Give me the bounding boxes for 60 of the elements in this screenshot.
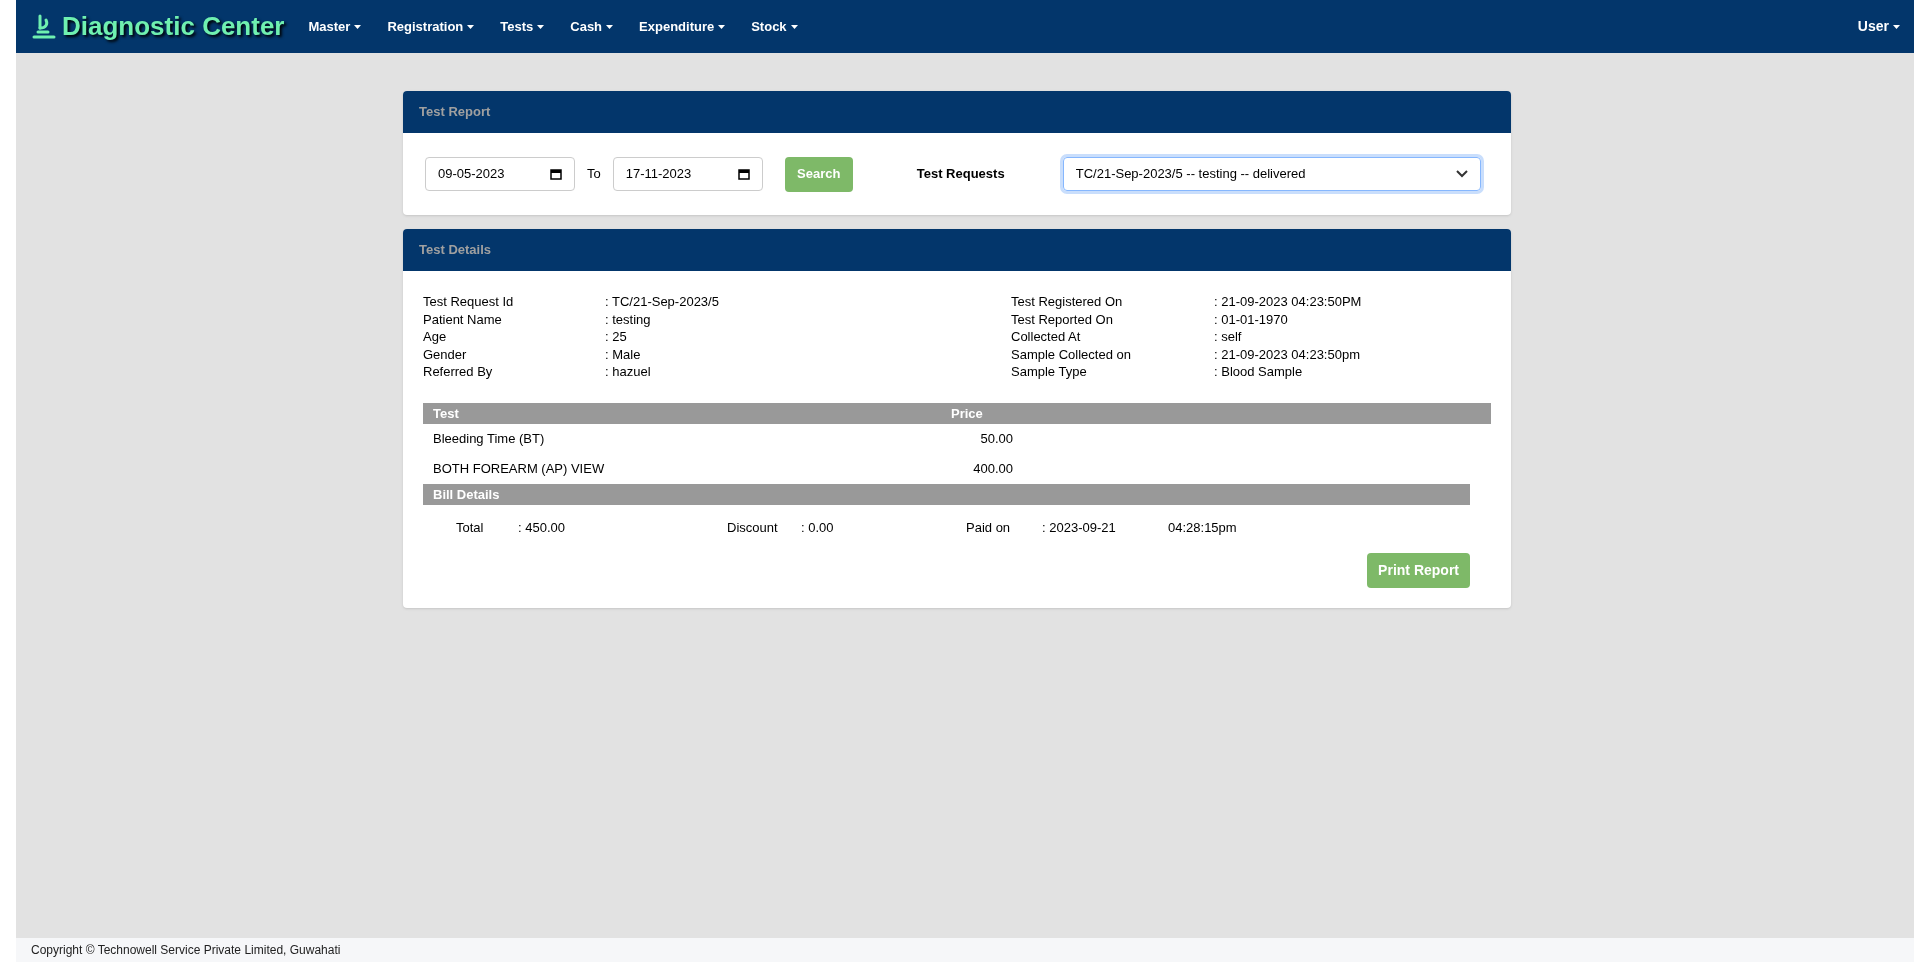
total-label: Total [456,519,485,538]
nav-menu[interactable]: Tests [500,16,545,37]
nav-menu[interactable]: Cash [570,16,614,37]
card-title: Test Details [419,241,491,260]
field-value: : TC/21-Sep-2023/5 [605,293,719,312]
column-header: Price [951,404,983,423]
field-label: Test Request Id [423,293,515,312]
brand-link[interactable]: Diagnostic Center [62,7,285,46]
field-value: : hazuel [605,363,651,382]
field-value: : testing [605,310,651,329]
field-label: Sample Type [1011,363,1088,382]
calendar-icon [737,168,750,180]
paid-time: 04:28:15pm [1168,519,1237,538]
field-label: Referred By [423,363,494,382]
table-cell-text: 400.00 [972,460,1013,479]
to-date-field[interactable]: 17-11-2023 [612,157,763,191]
nav-menu[interactable]: Expenditure [639,16,726,37]
field-value: : Male [605,345,641,364]
total-value: : 450.00 [518,519,566,538]
test-requests-label: Test Requests [916,165,1006,184]
user-menu[interactable]: User [1857,16,1900,37]
field-label: Patient Name [423,310,503,329]
paid-date: : 2023-09-21 [1042,519,1117,538]
nav-menu[interactable]: Stock [751,16,798,37]
field-label: Test Reported On [1011,310,1114,329]
nav-menu[interactable]: Master [308,16,362,37]
field-value: : 21-09-2023 04:23:50pm [1214,345,1360,364]
discount-label: Discount [727,519,779,538]
caret-icon [354,24,362,29]
field-label: Collected At [1011,328,1082,347]
caret-icon [790,24,798,29]
card-title: Test Report [419,103,491,122]
test-requests-dropdown[interactable]: TC/21-Sep-2023/5 -- testing -- delivered [1062,157,1481,191]
discount-value: : 0.00 [801,519,835,538]
from-date-field[interactable]: 09-05-2023 [425,157,575,191]
paid-on-label: Paid on [966,519,1012,538]
table-cell-text: BOTH FOREARM (AP) VIEW [432,460,606,479]
field-label: Age [423,328,448,347]
column-header: Test [432,404,460,423]
nav-menu[interactable]: Registration [387,16,475,37]
caret-icon [537,24,545,29]
caret-icon [718,24,726,29]
to-label: To [587,165,601,184]
field-value: : 21-09-2023 04:23:50PM [1214,293,1362,312]
caret-icon [467,24,475,29]
copyright-text: Copyright © Technowell Service Private Limited, Guwahati [31,942,341,959]
field-value: : 01-01-1970 [1214,310,1288,329]
field-value: : self [1214,328,1242,347]
field-label: Sample Collected on [1011,345,1132,364]
field-label: Test Registered On [1011,293,1124,312]
caret-icon [1893,24,1900,29]
chevron-down-icon [1455,170,1468,178]
field-value: : Blood Sample [1214,363,1303,382]
bill-details-title: Bill Details [433,485,500,504]
field-value: : 25 [605,328,627,347]
table-cell-text: Bleeding Time (BT) [432,430,546,449]
field-label: Gender [423,345,468,364]
caret-icon [606,24,614,29]
table-cell-text: 50.00 [979,430,1013,449]
calendar-icon [550,168,562,180]
